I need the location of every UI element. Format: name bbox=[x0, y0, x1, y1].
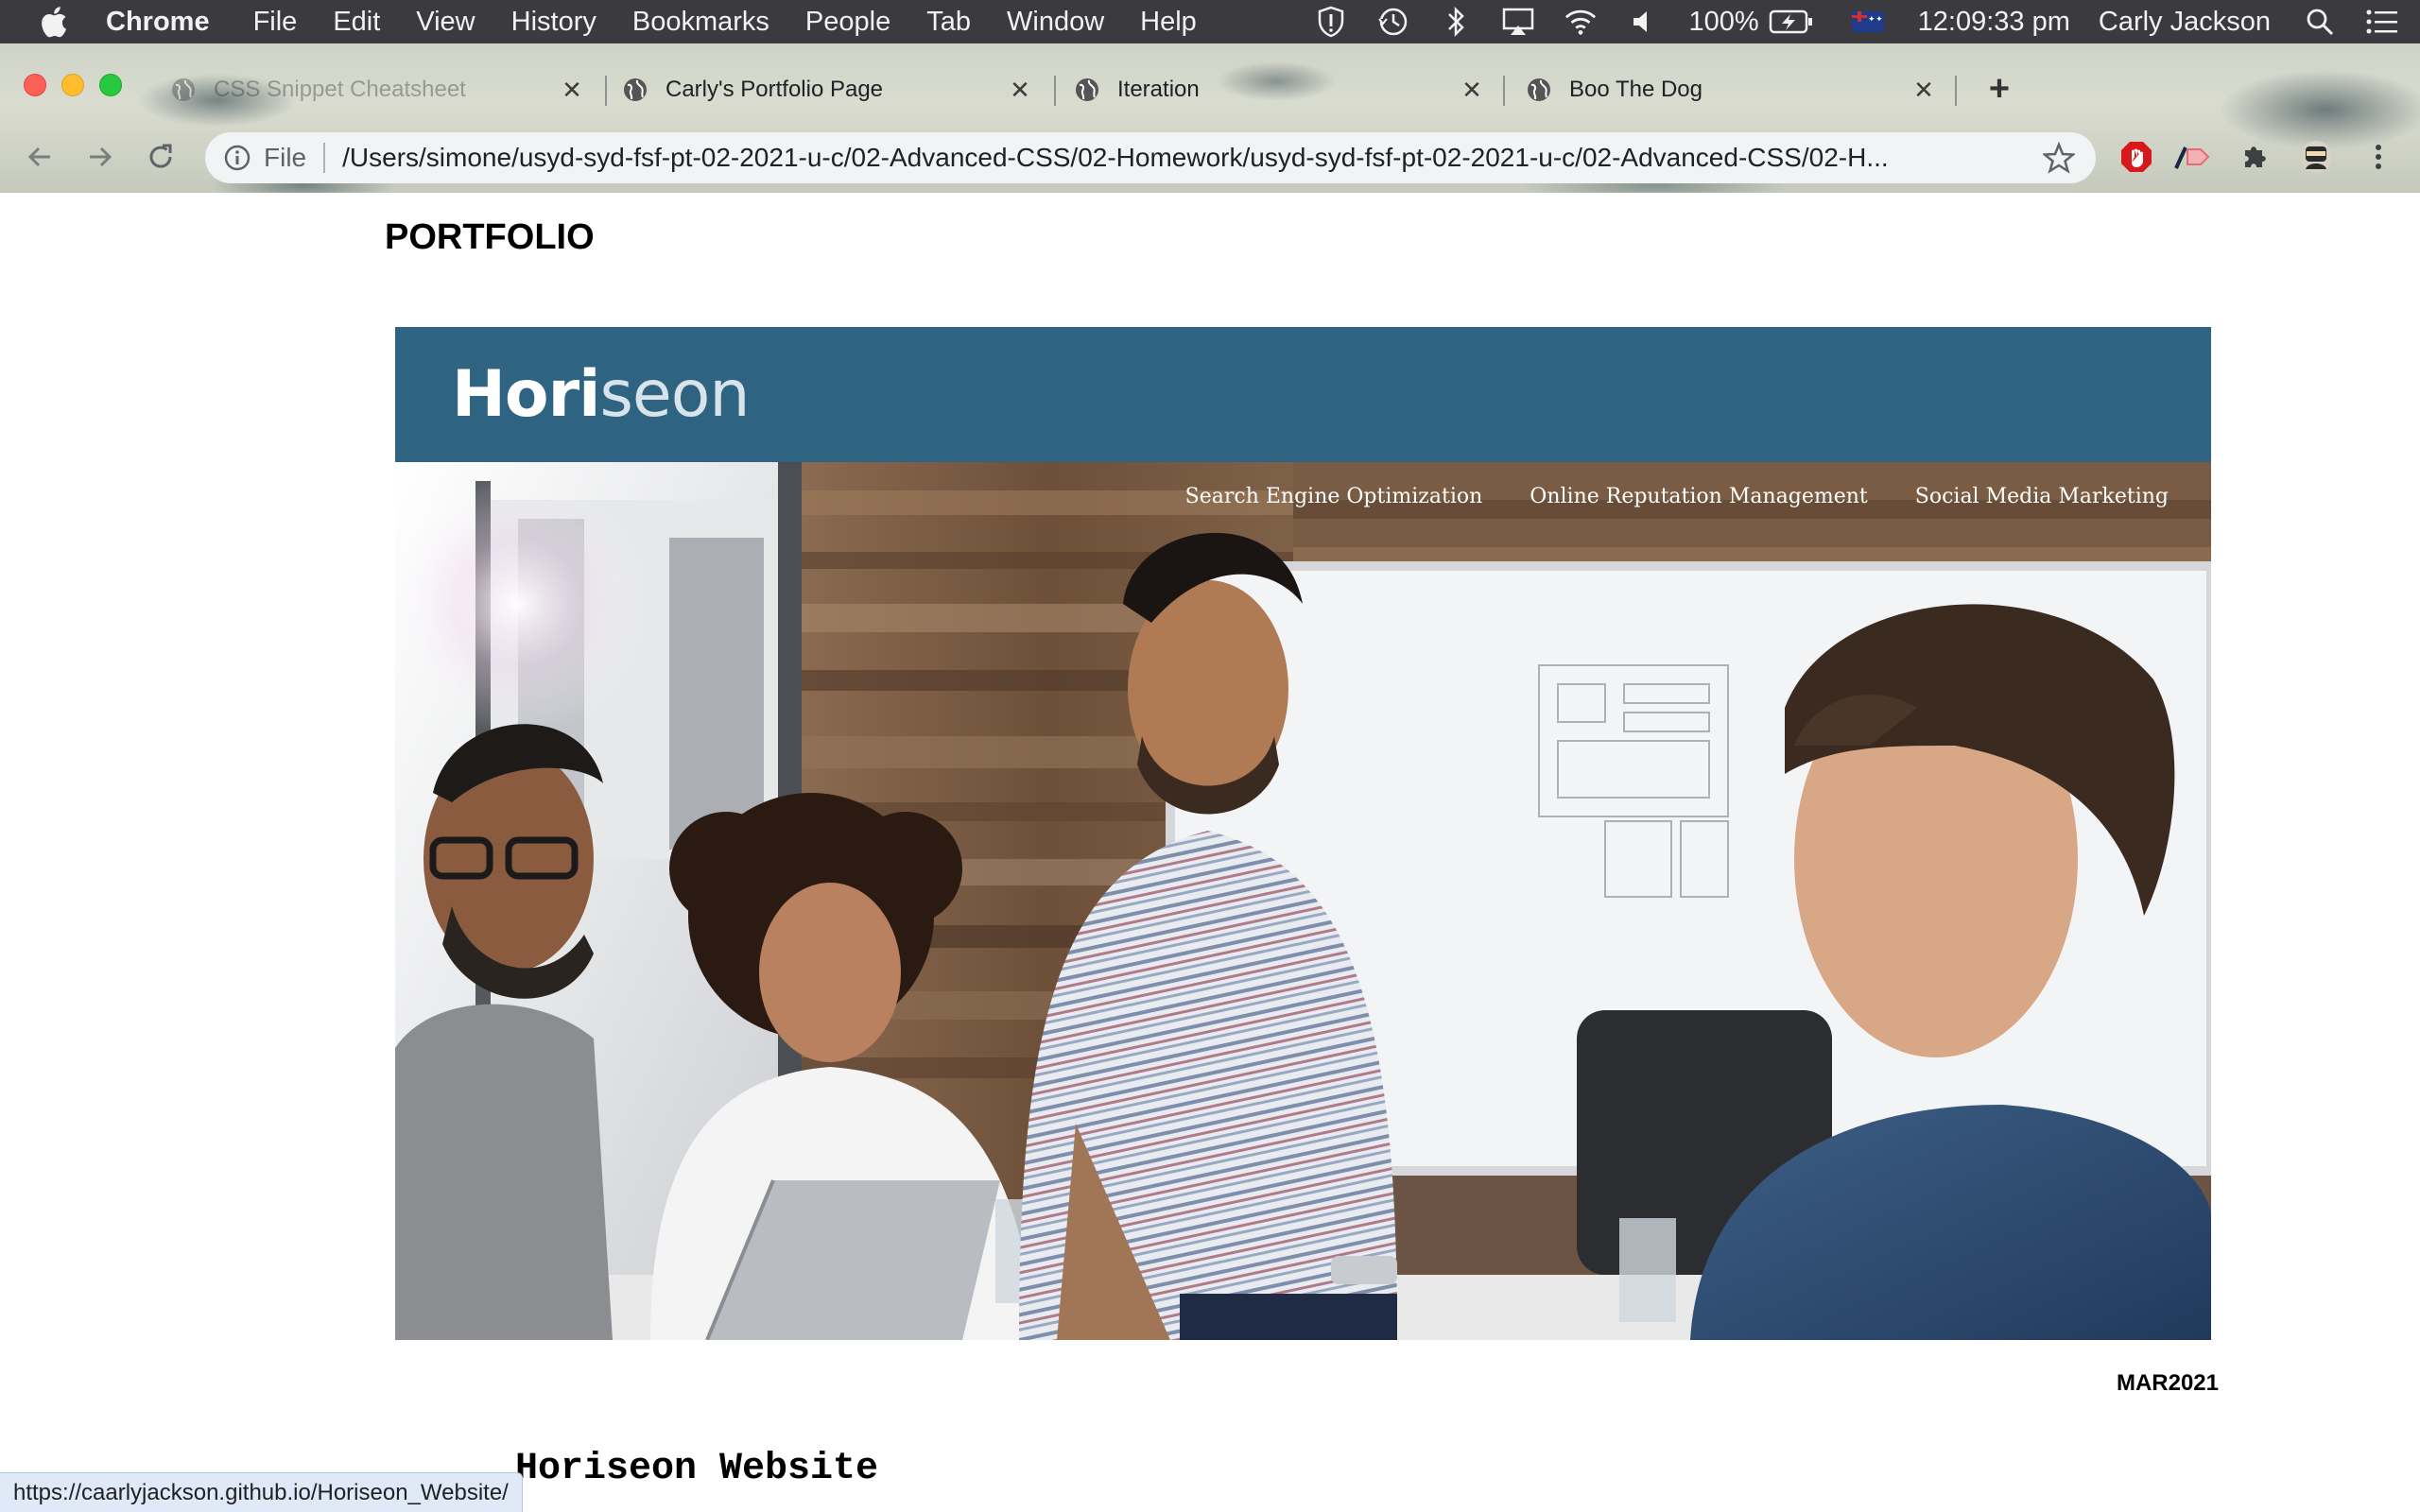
notification-center-icon[interactable] bbox=[2365, 5, 2399, 39]
globe-icon bbox=[172, 78, 195, 101]
macos-menu-bar: Chrome File Edit View History Bookmarks … bbox=[0, 0, 2420, 43]
close-tab-icon[interactable]: ✕ bbox=[1910, 76, 1938, 104]
globe-icon bbox=[624, 78, 647, 101]
shield-icon[interactable] bbox=[1314, 5, 1348, 39]
close-tab-icon[interactable]: ✕ bbox=[1458, 76, 1486, 104]
menu-people[interactable]: People bbox=[805, 7, 890, 38]
url-scheme-label: File bbox=[264, 143, 307, 172]
menu-file[interactable]: File bbox=[253, 7, 298, 38]
menubar-user[interactable]: Carly Jackson bbox=[2099, 7, 2271, 38]
globe-icon bbox=[1076, 78, 1098, 101]
tab-separator bbox=[1054, 76, 1056, 106]
battery-percent: 100% bbox=[1688, 6, 1759, 37]
tab-title: Iteration bbox=[1117, 77, 1200, 102]
forward-button[interactable] bbox=[83, 140, 117, 174]
project-nav: Search Engine Optimization Online Reputa… bbox=[1138, 485, 2169, 508]
project-screenshot-header: Horiseon bbox=[395, 327, 2211, 462]
reload-button[interactable] bbox=[144, 140, 178, 174]
back-button[interactable] bbox=[23, 140, 57, 174]
tab-title: Boo The Dog bbox=[1569, 77, 1703, 102]
bookmark-star-icon[interactable] bbox=[2043, 142, 2075, 174]
info-icon[interactable] bbox=[222, 143, 252, 173]
logo-bold-part: Hori bbox=[452, 357, 600, 432]
page-heading: PORTFOLIO bbox=[385, 217, 595, 257]
menubar-status-area: 100% 12:09:33 pm Carly Jackson bbox=[1314, 0, 2420, 43]
close-window-button[interactable] bbox=[24, 74, 46, 96]
zoom-window-button[interactable] bbox=[99, 74, 122, 96]
new-tab-button[interactable]: + bbox=[1982, 69, 2016, 109]
menu-window[interactable]: Window bbox=[1007, 7, 1104, 38]
nav-social-link[interactable]: Social Media Marketing bbox=[1915, 485, 2169, 508]
menu-app-name[interactable]: Chrome bbox=[106, 7, 210, 38]
tab-title: Carly's Portfolio Page bbox=[666, 77, 884, 102]
project-screenshot-photo[interactable]: Search Engine Optimization Online Reputa… bbox=[395, 462, 2211, 1340]
flag-icon[interactable] bbox=[1851, 11, 1884, 32]
link-status-bubble: https://caarlyjackson.github.io/Horiseon… bbox=[0, 1472, 523, 1512]
battery-icon bbox=[1769, 9, 1812, 34]
tab-boo-the-dog[interactable]: Boo The Dog ✕ bbox=[1526, 66, 1938, 113]
browser-chrome: CSS Snippet Cheatsheet ✕ Carly's Portfol… bbox=[0, 43, 2420, 193]
arrow-extension-icon[interactable] bbox=[2174, 138, 2212, 176]
reload-icon bbox=[149, 144, 172, 168]
horiseon-logo: Horiseon bbox=[452, 357, 750, 432]
volume-icon[interactable] bbox=[1626, 5, 1660, 39]
url-text[interactable]: /Users/simone/usyd-syd-fsf-pt-02-2021-u-… bbox=[342, 143, 1959, 173]
bluetooth-icon[interactable] bbox=[1439, 5, 1473, 39]
omnibox-divider bbox=[323, 143, 326, 173]
tab-separator bbox=[605, 76, 607, 106]
menu-history[interactable]: History bbox=[511, 7, 596, 38]
apple-logo-icon[interactable] bbox=[38, 5, 68, 39]
puzzle-icon[interactable] bbox=[2237, 138, 2274, 176]
tab-portfolio[interactable]: Carly's Portfolio Page ✕ bbox=[622, 66, 1034, 113]
globe-icon bbox=[1528, 78, 1550, 101]
menu-edit[interactable]: Edit bbox=[333, 7, 380, 38]
kebab-menu-icon[interactable] bbox=[2360, 138, 2397, 176]
wifi-icon[interactable] bbox=[1564, 5, 1598, 39]
airplay-icon[interactable] bbox=[1501, 5, 1535, 39]
close-tab-icon[interactable]: ✕ bbox=[558, 76, 586, 104]
project-card-horiseon[interactable]: Horiseon Search Engine Optimization Onli… bbox=[395, 327, 2211, 1340]
menu-bookmarks[interactable]: Bookmarks bbox=[632, 7, 769, 38]
forward-arrow-icon bbox=[90, 146, 112, 167]
team-meeting-photo bbox=[395, 462, 2211, 1340]
minimize-window-button[interactable] bbox=[61, 74, 84, 96]
project-date: MAR2021 bbox=[2116, 1370, 2219, 1396]
battery-status[interactable]: 100% bbox=[1688, 7, 1813, 38]
tab-separator bbox=[1955, 76, 1957, 106]
back-arrow-icon bbox=[27, 146, 50, 167]
spotlight-icon[interactable] bbox=[2303, 5, 2337, 39]
project-title[interactable]: Horiseon Website bbox=[515, 1448, 878, 1490]
adblock-icon[interactable] bbox=[2118, 138, 2155, 176]
tab-title: CSS Snippet Cheatsheet bbox=[214, 77, 466, 102]
menu-help[interactable]: Help bbox=[1140, 7, 1197, 38]
address-bar[interactable]: File /Users/simone/usyd-syd-fsf-pt-02-20… bbox=[205, 132, 2096, 183]
logo-light-part: seon bbox=[599, 357, 750, 432]
menu-view[interactable]: View bbox=[416, 7, 475, 38]
nav-seo-link[interactable]: Search Engine Optimization bbox=[1185, 485, 1483, 508]
menubar-clock[interactable]: 12:09:33 pm bbox=[1918, 7, 2070, 38]
menu-tab[interactable]: Tab bbox=[926, 7, 971, 38]
tab-css-cheatsheet[interactable]: CSS Snippet Cheatsheet ✕ bbox=[170, 66, 586, 113]
time-machine-icon[interactable] bbox=[1376, 5, 1410, 39]
nav-reputation-link[interactable]: Online Reputation Management bbox=[1530, 485, 1867, 508]
tab-iteration[interactable]: Iteration ✕ bbox=[1074, 66, 1486, 113]
tab-separator bbox=[1503, 76, 1505, 106]
profile-avatar-icon[interactable] bbox=[2297, 138, 2335, 176]
close-tab-icon[interactable]: ✕ bbox=[1006, 76, 1034, 104]
